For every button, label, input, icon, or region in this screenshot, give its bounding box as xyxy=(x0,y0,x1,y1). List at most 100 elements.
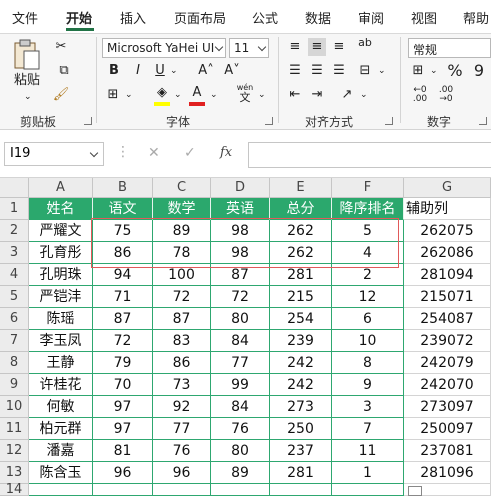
wrap-text-button[interactable]: ab xyxy=(356,34,374,52)
table-cell[interactable]: 97 xyxy=(93,396,153,418)
enter-icon[interactable]: ✓ xyxy=(184,145,196,161)
font-size-select[interactable]: 11 xyxy=(229,38,269,58)
italic-button[interactable]: I xyxy=(130,62,146,80)
font-color-button[interactable]: A xyxy=(188,84,206,106)
column-header-b[interactable]: B xyxy=(93,178,153,198)
table-cell[interactable] xyxy=(332,484,404,496)
align-center-icon[interactable]: ☰ xyxy=(308,62,326,80)
table-cell[interactable]: 严耀文 xyxy=(29,220,93,242)
format-painter-icon[interactable]: 🖌 xyxy=(52,86,70,104)
fill-color-dropdown-icon[interactable]: ⌄ xyxy=(174,86,182,104)
tab-home[interactable]: 开始 xyxy=(66,8,92,27)
font-name-select[interactable]: Microsoft YaHei UI xyxy=(102,38,226,58)
table-cell[interactable]: 70 xyxy=(93,374,153,396)
row-header[interactable]: 4 xyxy=(0,264,29,286)
table-cell[interactable]: 87 xyxy=(93,308,153,330)
column-header-d[interactable]: D xyxy=(211,178,270,198)
phonetic-dropdown-icon[interactable]: ⌄ xyxy=(258,86,266,104)
row-header[interactable]: 9 xyxy=(0,374,29,396)
table-cell[interactable]: 王静 xyxy=(29,352,93,374)
tab-page-layout[interactable]: 页面布局 xyxy=(174,8,226,27)
table-cell[interactable] xyxy=(29,484,93,496)
bold-button[interactable]: B xyxy=(106,62,122,80)
table-cell[interactable]: 215 xyxy=(270,286,332,308)
table-cell[interactable]: 86 xyxy=(153,352,211,374)
cancel-icon[interactable]: ✕ xyxy=(148,145,160,161)
alignment-launcher-icon[interactable] xyxy=(385,117,393,125)
table-cell[interactable]: 77 xyxy=(211,352,270,374)
underline-dropdown-icon[interactable]: ⌄ xyxy=(170,62,178,80)
fill-color-button[interactable]: ◈ xyxy=(152,84,172,106)
table-cell[interactable]: 89 xyxy=(211,462,270,484)
table-cell[interactable]: 215071 xyxy=(404,286,491,308)
comma-style-button[interactable]: 9 xyxy=(470,62,488,80)
merge-dropdown-icon[interactable]: ⌄ xyxy=(378,62,386,80)
copy-icon[interactable]: ⧉ xyxy=(52,62,76,80)
row-header[interactable]: 14 xyxy=(0,483,29,496)
table-cell[interactable]: 281 xyxy=(270,462,332,484)
table-cell[interactable]: 76 xyxy=(153,440,211,462)
tab-data[interactable]: 数据 xyxy=(305,8,331,27)
tab-formulas[interactable]: 公式 xyxy=(252,8,278,27)
table-cell[interactable]: 71 xyxy=(93,286,153,308)
table-cell[interactable]: 281096 xyxy=(404,462,491,484)
table-cell[interactable]: 254 xyxy=(270,308,332,330)
border-icon[interactable]: ⊞ xyxy=(104,86,122,104)
accounting-dropdown-icon[interactable]: ⌄ xyxy=(430,62,438,80)
align-right-icon[interactable]: ☰ xyxy=(330,62,348,80)
row-header[interactable]: 13 xyxy=(0,462,29,484)
table-cell[interactable]: 96 xyxy=(93,462,153,484)
grow-font-button[interactable]: A˄ xyxy=(196,62,216,80)
tab-help[interactable]: 帮助 xyxy=(463,8,489,27)
table-cell[interactable]: 孔育彤 xyxy=(29,242,93,264)
row-header[interactable]: 8 xyxy=(0,352,29,374)
table-cell[interactable]: 237081 xyxy=(404,440,491,462)
underline-button[interactable]: U xyxy=(152,62,168,80)
table-cell[interactable]: 11 xyxy=(332,440,404,462)
table-cell[interactable]: 97 xyxy=(93,418,153,440)
clipboard-launcher-icon[interactable] xyxy=(84,117,92,125)
table-cell[interactable]: 81 xyxy=(93,440,153,462)
table-cell[interactable]: 84 xyxy=(211,396,270,418)
table-cell[interactable]: 李玉凤 xyxy=(29,330,93,352)
row-header[interactable]: 1 xyxy=(0,198,29,220)
table-cell[interactable]: 1 xyxy=(332,462,404,484)
table-cell[interactable]: 72 xyxy=(153,286,211,308)
table-cell[interactable]: 严铠沣 xyxy=(29,286,93,308)
table-cell[interactable]: 3 xyxy=(332,396,404,418)
align-top-icon[interactable]: ≡ xyxy=(286,38,304,56)
font-color-dropdown-icon[interactable]: ⌄ xyxy=(210,86,218,104)
table-cell[interactable]: 许桂花 xyxy=(29,374,93,396)
table-cell[interactable]: 262086 xyxy=(404,242,491,264)
decrease-indent-icon[interactable]: ⇤ xyxy=(286,86,304,104)
row-header[interactable]: 7 xyxy=(0,330,29,352)
row-header[interactable]: 12 xyxy=(0,440,29,462)
table-cell[interactable]: 239 xyxy=(270,330,332,352)
table-cell[interactable]: 8 xyxy=(332,352,404,374)
row-header[interactable]: 11 xyxy=(0,418,29,440)
header-cell[interactable]: 降序排名 xyxy=(332,198,404,220)
column-header-a[interactable]: A xyxy=(29,178,93,198)
percent-button[interactable]: % xyxy=(446,62,464,80)
paste-button[interactable] xyxy=(10,39,44,73)
table-cell[interactable]: 242079 xyxy=(404,352,491,374)
table-cell[interactable]: 80 xyxy=(211,308,270,330)
table-cell[interactable]: 陈含玉 xyxy=(29,462,93,484)
table-cell[interactable]: 237 xyxy=(270,440,332,462)
table-cell[interactable]: 83 xyxy=(153,330,211,352)
header-cell[interactable]: 英语 xyxy=(211,198,270,220)
row-header[interactable]: 2 xyxy=(0,220,29,242)
header-cell[interactable]: 数学 xyxy=(153,198,211,220)
table-cell[interactable]: 254087 xyxy=(404,308,491,330)
align-left-icon[interactable]: ☰ xyxy=(286,62,304,80)
table-cell[interactable]: 99 xyxy=(211,374,270,396)
row-header[interactable]: 10 xyxy=(0,396,29,418)
table-cell[interactable]: 273097 xyxy=(404,396,491,418)
table-cell[interactable]: 242070 xyxy=(404,374,491,396)
table-cell[interactable]: 7 xyxy=(332,418,404,440)
number-format-select[interactable]: 常规 xyxy=(408,38,491,58)
table-cell[interactable]: 79 xyxy=(93,352,153,374)
table-cell[interactable]: 84 xyxy=(211,330,270,352)
insert-function-icon[interactable]: fx xyxy=(220,145,232,160)
paste-dropdown-icon[interactable]: ⌄ xyxy=(24,88,32,106)
